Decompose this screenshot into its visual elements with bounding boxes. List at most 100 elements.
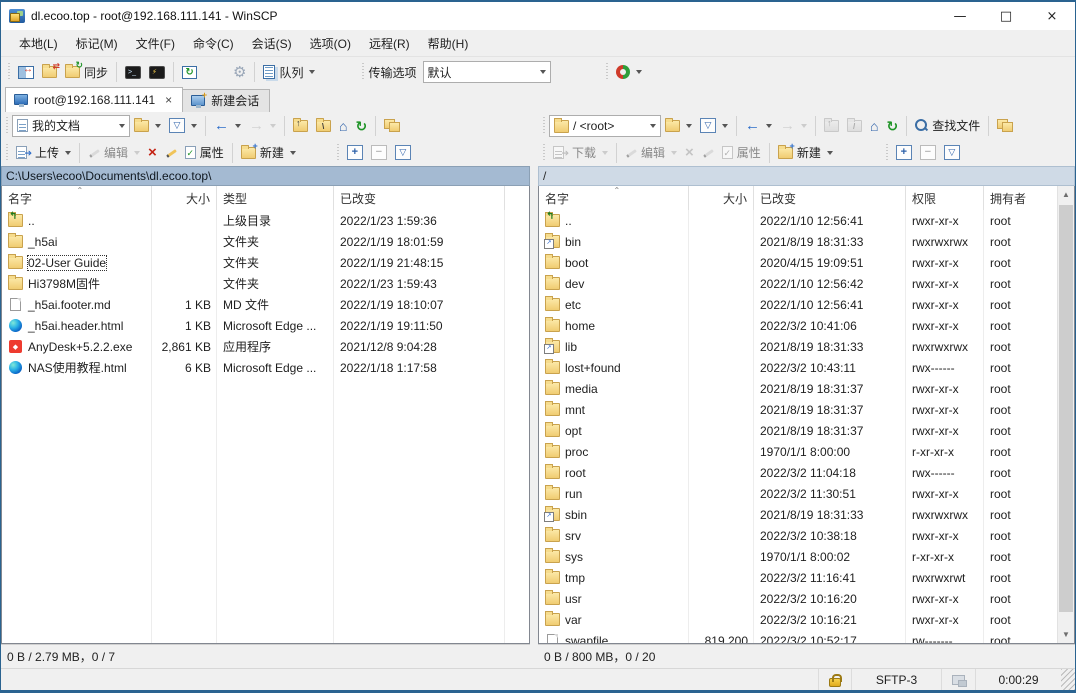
upload-button[interactable]: ➔上传	[12, 141, 75, 165]
queue-button[interactable]: 队列	[259, 60, 319, 84]
local-forward-button[interactable]: →	[245, 114, 280, 138]
file-row[interactable]: bin 2021/8/19 18:31:33 rwxrwxrwx root	[539, 231, 1057, 252]
local-home-button[interactable]: ⌂	[335, 114, 351, 138]
file-row[interactable]: mnt 2021/8/19 18:31:37 rwxr-xr-x root	[539, 399, 1057, 420]
file-row[interactable]: .. 上级目录 2022/1/23 1:59:36	[2, 210, 529, 231]
file-row[interactable]: swapfile 819,200 2022/3/2 10:52:17 rw---…	[539, 630, 1057, 643]
file-row[interactable]: .. 2022/1/10 12:56:41 rwxr-xr-x root	[539, 210, 1057, 231]
scroll-track[interactable]	[1058, 203, 1074, 626]
file-row[interactable]: tmp 2022/3/2 11:16:41 rwxrwxrwt root	[539, 567, 1057, 588]
tab-close-icon[interactable]: ×	[165, 93, 172, 107]
remote-forward-button[interactable]: →	[776, 114, 811, 138]
remote-parent-directory-button[interactable]: ↑	[820, 114, 843, 138]
menu-mark[interactable]: 标记(M)	[68, 31, 126, 56]
open-terminal-button[interactable]: >_	[121, 60, 145, 84]
file-row[interactable]: _h5ai 文件夹 2022/1/19 18:01:59	[2, 231, 529, 252]
file-row[interactable]: media 2021/8/19 18:31:37 rwxr-xr-x root	[539, 378, 1057, 399]
toolbar-grip[interactable]	[7, 63, 12, 81]
file-row[interactable]: etc 2022/1/10 12:56:41 rwxr-xr-x root	[539, 294, 1057, 315]
file-row[interactable]: run 2022/3/2 11:30:51 rwxr-xr-x root	[539, 483, 1057, 504]
remote-back-button[interactable]: ←	[741, 114, 776, 138]
column-header-changed[interactable]: 已改变	[754, 186, 906, 210]
download-button[interactable]: ➔下载	[549, 141, 612, 165]
scroll-up-icon[interactable]: ▲	[1058, 186, 1074, 203]
synchronize-button[interactable]: ↻同步	[61, 60, 112, 84]
remote-delete-button[interactable]: ×	[681, 141, 698, 165]
toolbar-grip[interactable]	[605, 63, 610, 81]
refresh-panels-button[interactable]: ↻	[178, 60, 201, 84]
resize-grip[interactable]	[1061, 669, 1075, 690]
remote-new-button[interactable]: +新建	[774, 141, 837, 165]
file-row[interactable]: sys 1970/1/1 8:00:02 r-xr-xr-x root	[539, 546, 1057, 567]
local-properties-button[interactable]: ✓属性	[181, 141, 228, 165]
local-follow-symlinks-button[interactable]	[380, 114, 404, 138]
menu-options[interactable]: 选项(O)	[302, 31, 359, 56]
column-header-type[interactable]: 类型	[217, 186, 334, 210]
column-header-changed[interactable]: 已改变	[334, 186, 505, 210]
remote-rename-button[interactable]	[698, 141, 718, 165]
file-row[interactable]: boot 2020/4/15 19:09:51 rwxr-xr-x root	[539, 252, 1057, 273]
file-row[interactable]: NAS使用教程.html 6 KB Microsoft Edge ... 202…	[2, 357, 529, 378]
tab-new-session[interactable]: 新建会话	[183, 89, 270, 112]
preferences-button[interactable]: ⚙	[229, 60, 250, 84]
scroll-down-icon[interactable]: ▼	[1058, 626, 1074, 643]
remote-filter-button[interactable]: ▽	[696, 114, 732, 138]
toolbar-grip[interactable]	[542, 117, 547, 135]
file-row[interactable]: var 2022/3/2 10:16:21 rwxr-xr-x root	[539, 609, 1057, 630]
transfer-settings-button[interactable]	[612, 60, 646, 84]
remote-filter-box-button[interactable]: ▽	[940, 141, 964, 165]
file-row[interactable]: srv 2022/3/2 10:38:18 rwxr-xr-x root	[539, 525, 1057, 546]
file-row[interactable]: usr 2022/3/2 10:16:20 rwxr-xr-x root	[539, 588, 1057, 609]
layout-button[interactable]	[14, 60, 38, 84]
file-row[interactable]: _h5ai.header.html 1 KB Microsoft Edge ..…	[2, 315, 529, 336]
scroll-thumb[interactable]	[1059, 205, 1073, 612]
toolbar-grip[interactable]	[542, 144, 547, 162]
local-hide-files-button[interactable]: −	[367, 141, 391, 165]
local-edit-button[interactable]: 编辑	[84, 141, 144, 165]
remote-properties-button[interactable]: ✓属性	[718, 141, 765, 165]
local-path-bar[interactable]: C:\Users\ecoo\Documents\dl.ecoo.top\	[1, 166, 530, 186]
maximize-button[interactable]: □	[983, 2, 1029, 30]
file-row[interactable]: lost+found 2022/3/2 10:43:11 rwx------ r…	[539, 357, 1057, 378]
panel-splitter[interactable]	[530, 112, 538, 668]
open-console-button[interactable]: ⚡	[145, 60, 169, 84]
local-rename-button[interactable]	[161, 141, 181, 165]
remote-directory-combobox[interactable]: / <root>	[549, 115, 661, 137]
toolbar-grip[interactable]	[885, 144, 890, 162]
file-row[interactable]: sbin 2021/8/19 18:31:33 rwxrwxrwx root	[539, 504, 1057, 525]
session-duration[interactable]: 0:00:29	[975, 669, 1061, 690]
file-row[interactable]: lib 2021/8/19 18:31:33 rwxrwxrwx root	[539, 336, 1057, 357]
remote-edit-button[interactable]: 编辑	[621, 141, 681, 165]
protocol-indicator[interactable]: SFTP-3	[851, 669, 941, 690]
local-filter-button[interactable]: ▽	[165, 114, 201, 138]
file-row[interactable]: home 2022/3/2 10:41:06 rwxr-xr-x root	[539, 315, 1057, 336]
menu-help[interactable]: 帮助(H)	[420, 31, 477, 56]
local-filter-box-button[interactable]: ▽	[391, 141, 415, 165]
menu-remote[interactable]: 远程(R)	[361, 31, 418, 56]
column-header-size[interactable]: 大小	[689, 186, 754, 210]
menu-commands[interactable]: 命令(C)	[185, 31, 242, 56]
local-new-button[interactable]: +新建	[237, 141, 300, 165]
connection-indicator[interactable]	[941, 669, 975, 690]
local-back-button[interactable]: ←	[210, 114, 245, 138]
remote-refresh-button[interactable]: ↻	[882, 114, 902, 138]
close-button[interactable]: ×	[1029, 2, 1075, 30]
column-header-name[interactable]: 名字⌃	[2, 186, 152, 210]
file-row[interactable]: root 2022/3/2 11:04:18 rwx------ root	[539, 462, 1057, 483]
toolbar-grip[interactable]	[5, 117, 10, 135]
remote-open-directory-button[interactable]	[661, 114, 696, 138]
remote-scrollbar[interactable]: ▲ ▼	[1057, 186, 1074, 643]
file-row[interactable]: _h5ai.footer.md 1 KB MD 文件 2022/1/19 18:…	[2, 294, 529, 315]
remote-show-hidden-button[interactable]: +	[892, 141, 916, 165]
tab-session[interactable]: root@192.168.111.141 ×	[5, 87, 183, 112]
file-row[interactable]: Hi3798M固件 文件夹 2022/1/23 1:59:43	[2, 273, 529, 294]
file-row[interactable]: opt 2021/8/19 18:31:37 rwxr-xr-x root	[539, 420, 1057, 441]
column-header-name[interactable]: 名字⌃	[539, 186, 689, 210]
toolbar-grip[interactable]	[361, 63, 366, 81]
column-header-rights[interactable]: 权限	[906, 186, 984, 210]
column-header-size[interactable]: 大小	[152, 186, 217, 210]
file-row[interactable]: AnyDesk+5.2.2.exe 2,861 KB 应用程序 2021/12/…	[2, 336, 529, 357]
local-root-directory-button[interactable]: \	[312, 114, 335, 138]
local-directory-combobox[interactable]: 我的文档	[12, 115, 130, 137]
column-header-owner[interactable]: 拥有者	[984, 186, 1057, 210]
